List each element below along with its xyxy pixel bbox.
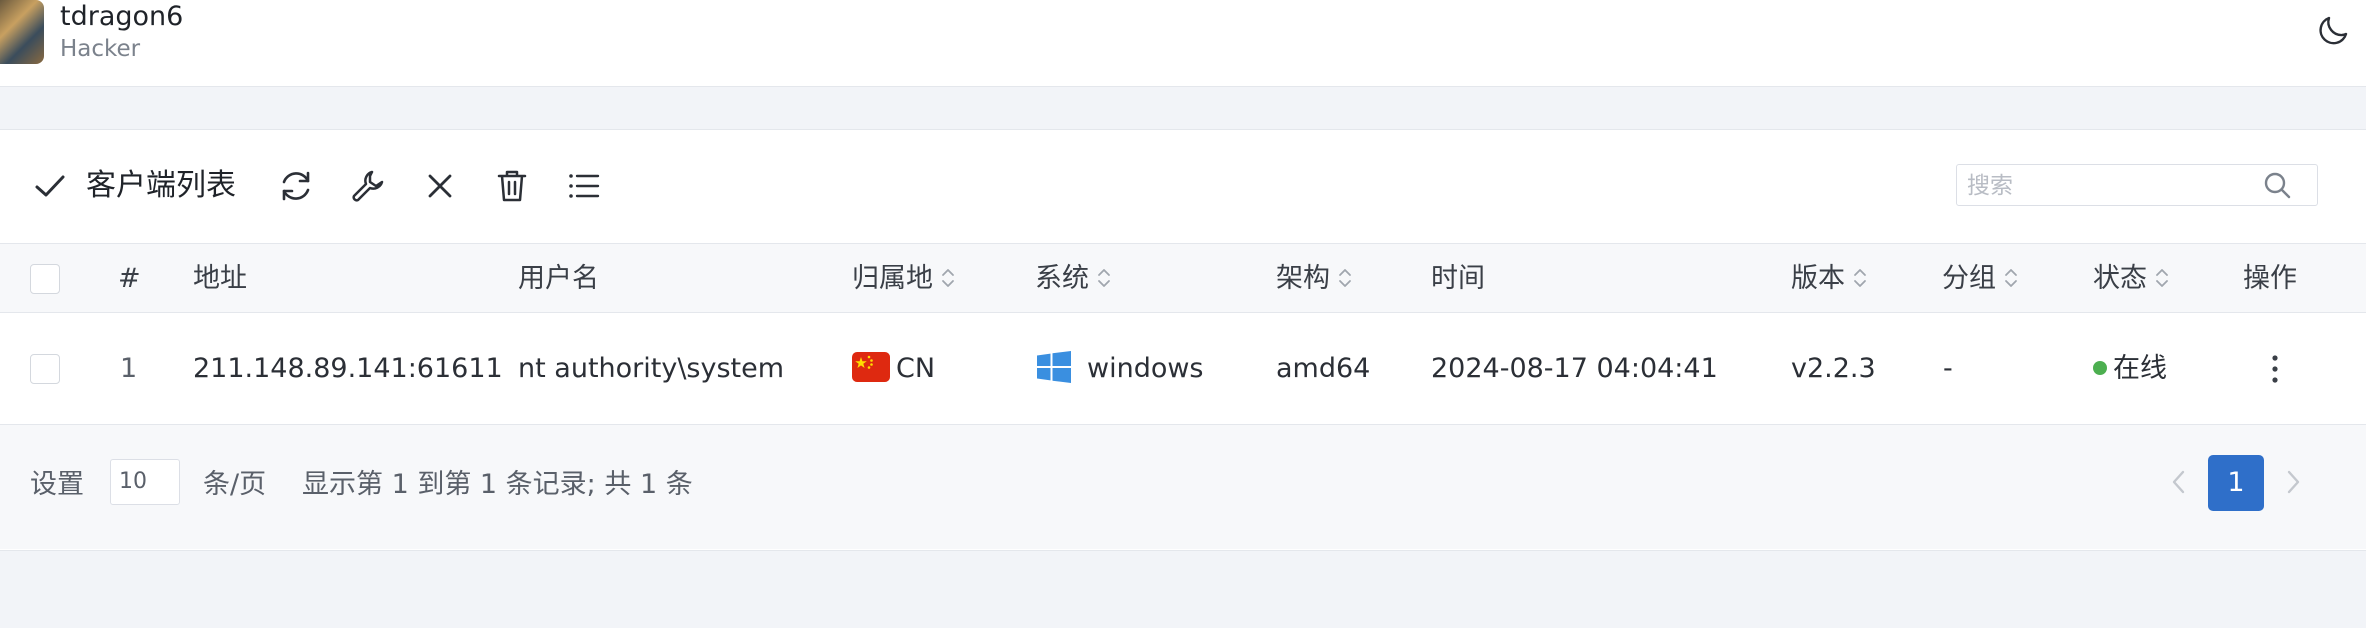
user-role: Hacker — [60, 36, 141, 62]
search-icon[interactable] — [2261, 169, 2293, 201]
table-footer: 设置 10 条/页 显示第 1 到第 1 条记录; 共 1 条 1 — [0, 425, 2366, 549]
page-size-select[interactable]: 10 — [110, 459, 180, 505]
row-status: 在线 — [2093, 313, 2167, 425]
column-header-location[interactable]: 归属地 — [852, 244, 955, 314]
avatar[interactable] — [0, 0, 44, 64]
row-username: nt authority\system — [518, 353, 785, 384]
column-header-version-label: 版本 — [1791, 263, 1845, 294]
column-header-arch-label: 架构 — [1276, 263, 1330, 294]
moon-icon[interactable] — [2316, 12, 2352, 48]
wrench-icon[interactable] — [348, 166, 388, 206]
next-page-icon[interactable] — [2278, 465, 2308, 499]
records-summary: 显示第 1 到第 1 条记录; 共 1 条 — [302, 469, 693, 500]
column-header-time: 时间 — [1431, 263, 1485, 294]
row-system-text: windows — [1087, 353, 1204, 384]
row-time: 2024-08-17 04:04:41 — [1431, 353, 1718, 384]
row-address: 211.148.89.141:61611 — [193, 353, 503, 384]
column-header-username: 用户名 — [518, 263, 599, 294]
column-header-index: # — [118, 263, 141, 294]
refresh-icon[interactable] — [276, 166, 316, 206]
column-header-status[interactable]: 状态 — [2093, 244, 2169, 314]
page-title: 客户端列表 — [86, 168, 236, 203]
row-location: CN — [852, 313, 935, 425]
table-row[interactable]: 1 211.148.89.141:61611 nt authority\syst… — [0, 313, 2366, 425]
search-box — [1956, 164, 2318, 207]
top-bar: tdragon6 Hacker — [0, 0, 2366, 87]
row-checkbox[interactable] — [30, 354, 60, 384]
more-actions-icon[interactable] — [2262, 351, 2288, 387]
sort-icon[interactable] — [2155, 266, 2169, 290]
column-header-location-label: 归属地 — [852, 263, 933, 294]
status-text: 在线 — [2113, 353, 2167, 384]
sort-icon[interactable] — [1097, 266, 1111, 290]
row-location-text: CN — [896, 353, 936, 384]
prev-page-icon[interactable] — [2164, 465, 2194, 499]
row-arch: amd64 — [1276, 353, 1371, 384]
trash-icon[interactable] — [492, 166, 532, 206]
page-1-button[interactable]: 1 — [2208, 455, 2264, 511]
search-input[interactable] — [1965, 165, 2259, 207]
username: tdragon6 — [60, 1, 184, 32]
column-header-arch[interactable]: 架构 — [1276, 244, 1352, 314]
column-header-version[interactable]: 版本 — [1791, 244, 1867, 314]
column-header-system-label: 系统 — [1035, 263, 1089, 294]
row-group: - — [1943, 353, 1953, 384]
check-icon[interactable] — [30, 166, 70, 206]
column-header-system[interactable]: 系统 — [1035, 244, 1111, 314]
sort-icon[interactable] — [941, 266, 955, 290]
sort-icon[interactable] — [1853, 266, 1867, 290]
client-list-card: 客户端列表 # 地址 — [0, 129, 2366, 551]
row-index: 1 — [120, 353, 138, 384]
column-header-group[interactable]: 分组 — [1942, 244, 2018, 314]
sort-icon[interactable] — [2004, 266, 2018, 290]
per-page-label: 条/页 — [203, 469, 267, 500]
row-system: windows — [1037, 313, 1204, 425]
row-version: v2.2.3 — [1791, 353, 1876, 384]
column-header-address: 地址 — [193, 263, 247, 294]
settings-label: 设置 — [30, 469, 84, 500]
status-dot-icon — [2093, 360, 2107, 375]
china-flag-icon — [852, 352, 890, 382]
select-all-checkbox[interactable] — [30, 264, 60, 294]
windows-icon — [1037, 351, 1071, 383]
sort-icon[interactable] — [1338, 266, 1352, 290]
column-header-group-label: 分组 — [1942, 263, 1996, 294]
close-icon[interactable] — [420, 166, 460, 206]
toolbar: 客户端列表 — [0, 130, 2366, 243]
list-icon[interactable] — [564, 166, 604, 206]
column-header-actions: 操作 — [2243, 263, 2297, 294]
column-header-status-label: 状态 — [2093, 263, 2147, 294]
table-header: # 地址 用户名 归属地 系统 架构 时间 版本 分组 状态 操作 — [0, 243, 2366, 313]
